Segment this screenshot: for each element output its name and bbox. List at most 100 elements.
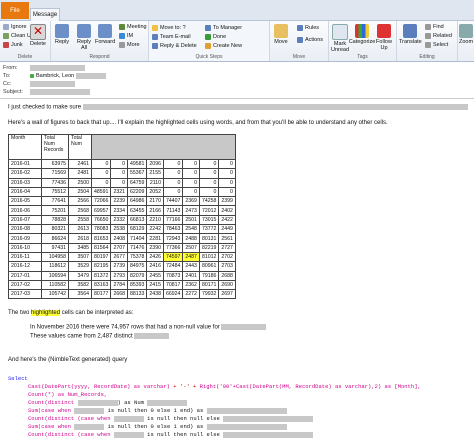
- reply-button[interactable]: Reply: [55, 24, 69, 45]
- table-cell: 76650: [90, 214, 112, 226]
- rules-button[interactable]: Rules: [297, 25, 319, 31]
- table-cell: 81564: [90, 242, 112, 253]
- table-cell: 2016-06: [8, 205, 42, 216]
- follow-up-button[interactable]: Follow Up: [375, 24, 393, 51]
- table-row: 2016-03 77436 2500 0 0 64759 2110 0 0 0 0: [8, 177, 236, 188]
- table-cell: 78083: [90, 224, 112, 235]
- table-cell: 2793: [110, 270, 128, 281]
- quickstep-to-manager[interactable]: To Manager: [205, 25, 242, 31]
- table-cell: 2016-10: [8, 242, 42, 253]
- table-cell: 2016-01: [8, 158, 42, 170]
- reply-all-button[interactable]: Reply All: [75, 24, 93, 51]
- table-cell: 2422: [218, 214, 236, 226]
- redacted-code: [113, 431, 144, 438]
- meeting-button[interactable]: Meeting: [119, 24, 147, 30]
- table-cell: 2016-04: [8, 186, 42, 198]
- tab-file[interactable]: File: [1, 2, 29, 19]
- table-cell: 2110: [146, 177, 164, 188]
- mark-unread-button[interactable]: Mark Unread: [331, 24, 349, 53]
- quickstep-done[interactable]: Done: [205, 34, 226, 40]
- translate-button[interactable]: Translate: [399, 24, 422, 45]
- table-cell: 88133: [126, 289, 148, 300]
- to-value[interactable]: Bambrick, Leon: [30, 73, 107, 79]
- table-cell: 2707: [110, 242, 128, 253]
- table-cell: 0: [182, 177, 200, 188]
- forward-button[interactable]: Forward: [95, 24, 115, 45]
- actions-button[interactable]: Actions: [297, 37, 323, 43]
- table-cell: 77366: [162, 242, 184, 253]
- table-cell: 2697: [218, 289, 236, 300]
- move-button[interactable]: Move: [274, 24, 288, 45]
- find-icon: [425, 24, 431, 30]
- table-cell: 2399: [218, 196, 236, 207]
- table-cell: 2272: [182, 289, 200, 300]
- im-button[interactable]: IM: [119, 33, 133, 39]
- select-button[interactable]: Select: [425, 42, 448, 48]
- table-cell: 0: [198, 186, 220, 198]
- table-cell: 2408: [110, 233, 128, 244]
- tab-message[interactable]: Message: [30, 8, 60, 21]
- point-2: These values came from 2,487 distinct: [30, 333, 170, 340]
- related-icon: [425, 33, 431, 39]
- table-row: 2017-02 110582 3582 83163 2784 85393 2415 70817…: [8, 279, 236, 291]
- table-cell: 64986: [126, 196, 148, 207]
- ignore-icon: [3, 24, 9, 30]
- move-group: Move Rules Actions Move: [270, 21, 329, 61]
- table-cell: 80197: [90, 251, 112, 263]
- table-cell: 2016-03: [8, 177, 42, 188]
- table-cell: 80961: [198, 261, 220, 272]
- table-cell: 70873: [162, 270, 184, 281]
- code-line-1: Cast(DatePart(yyyy, RecordDate) as varch…: [28, 383, 421, 390]
- table-cell: 2473: [182, 205, 200, 216]
- table-cell: 80177: [90, 289, 112, 300]
- quickstep-team-email[interactable]: Team E-mail: [152, 34, 191, 40]
- table-cell: 71476: [126, 242, 148, 253]
- categorize-button[interactable]: Categorize: [349, 24, 375, 45]
- table-cell: 82195: [90, 261, 112, 272]
- table-cell: 2618: [68, 233, 92, 244]
- table-cell: 72484: [162, 261, 184, 272]
- find-button[interactable]: Find: [425, 24, 444, 30]
- to-manager-icon: [205, 25, 211, 31]
- quickstep-move-to[interactable]: Move to: ?: [152, 25, 186, 31]
- table-cell: 2613: [68, 224, 92, 235]
- table-cell: 2170: [146, 196, 164, 207]
- redacted-field: [221, 324, 267, 330]
- redacted-to: [76, 73, 107, 79]
- table-cell: 2455: [146, 270, 164, 281]
- cc-value: [30, 81, 75, 87]
- quickstep-create-new[interactable]: Create New: [205, 43, 242, 49]
- table-cell: 2401: [182, 270, 200, 281]
- interp-line: The two highlighted cells can be interpr…: [8, 310, 134, 316]
- table-cell: 2481: [68, 168, 92, 179]
- ignore-button[interactable]: Ignore: [3, 24, 27, 30]
- table-cell: 2416: [146, 261, 164, 272]
- forward-icon: [98, 24, 113, 38]
- table-cell: 80131: [198, 233, 220, 244]
- delete-button[interactable]: ✕ Delete: [30, 24, 46, 47]
- table-cell: 0: [218, 158, 236, 170]
- table-row: 2016-05 77641 2566 72066 2239 64986 2170 74407 2…: [8, 196, 236, 207]
- table-cell: 2558: [68, 214, 92, 226]
- table-cell: 64759: [126, 177, 148, 188]
- table-cell: 0: [182, 168, 200, 179]
- team-email-icon: [152, 34, 158, 40]
- quickstep-reply-delete[interactable]: Reply & Delete: [152, 43, 197, 49]
- table-cell: 2538: [110, 224, 128, 235]
- table-cell: 2052: [146, 186, 164, 198]
- redacted-cc: [30, 81, 75, 87]
- more-button[interactable]: More: [119, 42, 140, 48]
- meeting-icon: [119, 24, 125, 30]
- figures-table: Month Total Num Records Total Num 2016-0…: [8, 134, 236, 300]
- related-button[interactable]: Related: [425, 33, 452, 39]
- zoom-button[interactable]: Zoom: [459, 24, 473, 45]
- table-cell: 2688: [218, 270, 236, 281]
- table-cell: 3564: [68, 289, 92, 300]
- table-cell: 105742: [41, 289, 69, 300]
- subject-value: [30, 89, 90, 95]
- redacted-code: [206, 407, 287, 414]
- table-cell: 73772: [198, 224, 220, 235]
- table-cell: 2727: [218, 242, 236, 253]
- ribbon: Ignore Clean Up Junk ✕ Delete Delete Repl…: [0, 21, 474, 62]
- junk-button[interactable]: Junk: [3, 42, 23, 48]
